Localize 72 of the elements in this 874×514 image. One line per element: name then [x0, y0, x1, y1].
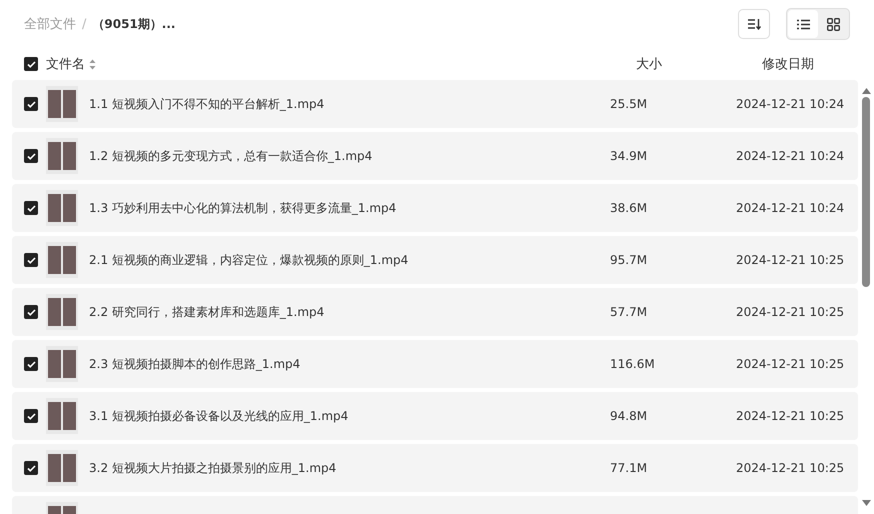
file-row[interactable]: 1.3 巧妙利用去中心化的算法机制，获得更多流量_1.mp4 38.6M 2024-12-21 10:24 — [12, 184, 858, 232]
file-size: 57.7M — [610, 305, 648, 319]
file-name: 3.2 短视频大片拍摄之拍摄景别的应用_1.mp4 — [89, 460, 338, 476]
checkmark-icon — [26, 464, 36, 472]
row-checkbox[interactable] — [24, 253, 38, 267]
sort-button[interactable] — [738, 9, 770, 39]
modified-date: 2024-12-21 10:25 — [736, 253, 846, 267]
scroll-down-icon[interactable] — [862, 500, 870, 506]
row-checkbox[interactable] — [24, 97, 38, 111]
file-size: 95.7M — [610, 253, 648, 267]
file-size: 34.9M — [610, 149, 648, 163]
file-row[interactable]: 2.2 研究同行，搭建素材库和选题库_1.mp4 57.7M 2024-12-21 10:25 — [12, 288, 858, 336]
checkmark-icon — [26, 204, 36, 212]
grid-icon — [826, 18, 840, 30]
row-checkbox[interactable] — [24, 409, 38, 423]
scrollbar-thumb[interactable] — [862, 97, 870, 287]
row-checkbox[interactable] — [24, 201, 38, 215]
select-all-checkbox[interactable] — [24, 57, 38, 71]
video-thumbnail — [46, 398, 78, 434]
video-thumbnail — [46, 242, 78, 278]
video-thumbnail — [46, 294, 78, 330]
checkmark-icon — [26, 256, 36, 264]
list-icon — [796, 18, 810, 30]
sort-icon — [747, 18, 761, 30]
row-checkbox[interactable] — [24, 149, 38, 163]
file-name: 2.2 研究同行，搭建素材库和选题库_1.mp4 — [89, 304, 326, 320]
file-name: 1.1 短视频入门不得不知的平台解析_1.mp4 — [89, 96, 326, 112]
checkmark-icon — [26, 360, 36, 368]
size-column-header: 大小 — [636, 56, 663, 73]
row-checkbox[interactable] — [24, 305, 38, 319]
video-thumbnail — [46, 138, 78, 174]
breadcrumb-separator: / — [82, 16, 86, 32]
file-size: 38.6M — [610, 201, 648, 215]
modified-date: 2024-12-21 10:25 — [736, 305, 846, 319]
file-name: 1.2 短视频的多元变现方式，总有一款适合你_1.mp4 — [89, 148, 374, 164]
checkmark-icon — [26, 60, 36, 68]
file-name: 1.3 巧妙利用去中心化的算法机制，获得更多流量_1.mp4 — [89, 200, 398, 216]
name-column-header[interactable]: 文件名 — [46, 55, 85, 73]
modified-date: 2024-12-21 10:24 — [736, 149, 846, 163]
checkmark-icon — [26, 100, 36, 108]
modified-date: 2024-12-21 10:25 — [736, 409, 846, 423]
video-thumbnail — [46, 86, 78, 122]
video-thumbnail — [46, 190, 78, 226]
file-row[interactable]: 1.2 短视频的多元变现方式，总有一款适合你_1.mp4 34.9M 2024-12-21 10:24 — [12, 132, 858, 180]
checkmark-icon — [26, 412, 36, 420]
breadcrumb-current: （9051期）... — [92, 16, 176, 32]
row-checkbox[interactable] — [24, 461, 38, 475]
list-view-button[interactable] — [788, 10, 818, 38]
file-size: 77.1M — [610, 461, 648, 475]
file-name: 2.1 短视频的商业逻辑，内容定位，爆款视频的原则_1.mp4 — [89, 252, 410, 268]
date-column-header: 修改日期 — [762, 56, 815, 73]
checkmark-icon — [26, 152, 36, 160]
file-size: 25.5M — [610, 97, 648, 111]
file-name: 3.1 短视频拍摄必备设备以及光线的应用_1.mp4 — [89, 408, 350, 424]
modified-date: 2024-12-21 10:24 — [736, 201, 846, 215]
video-thumbnail — [46, 346, 78, 382]
file-row[interactable]: 2.3 短视频拍摄脚本的创作思路_1.mp4 116.6M 2024-12-21 10:25 — [12, 340, 858, 388]
row-checkbox[interactable] — [24, 357, 38, 371]
checkmark-icon — [26, 308, 36, 316]
modified-date: 2024-12-21 10:25 — [736, 357, 846, 371]
modified-date: 2024-12-21 10:24 — [736, 97, 846, 111]
file-row[interactable]: 1.1 短视频入门不得不知的平台解析_1.mp4 25.5M 2024-12-21 10:24 — [12, 80, 858, 128]
file-size: 116.6M — [610, 357, 656, 371]
scroll-up-icon[interactable] — [862, 88, 870, 94]
file-row[interactable]: 3.2 短视频大片拍摄之拍摄景别的应用_1.mp4 77.1M 2024-12-21 10:25 — [12, 444, 858, 492]
file-name: 2.3 短视频拍摄脚本的创作思路_1.mp4 — [89, 356, 302, 372]
file-row[interactable]: 2.1 短视频的商业逻辑，内容定位，爆款视频的原则_1.mp4 95.7M 2024-12-21 10:25 — [12, 236, 858, 284]
modified-date: 2024-12-21 10:25 — [736, 461, 846, 475]
file-row[interactable]: 3.1 短视频拍摄必备设备以及光线的应用_1.mp4 94.8M 2024-12-21 10:25 — [12, 392, 858, 440]
video-thumbnail — [46, 450, 78, 486]
sort-arrows-icon[interactable] — [89, 58, 96, 70]
file-size: 94.8M — [610, 409, 648, 423]
